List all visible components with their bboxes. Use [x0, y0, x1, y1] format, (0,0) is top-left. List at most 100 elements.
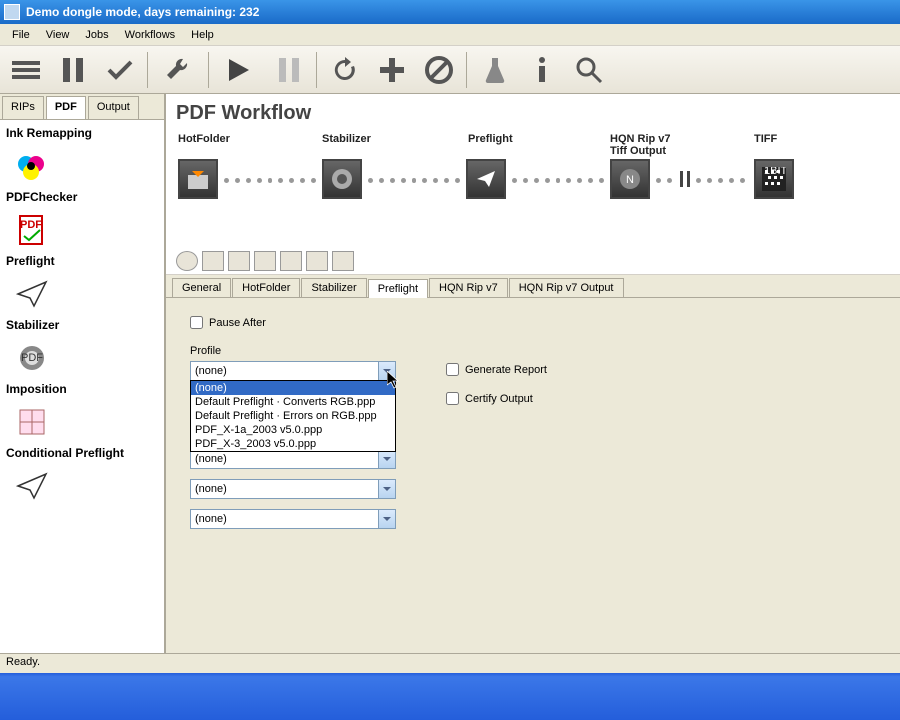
profile-label: Profile	[190, 345, 396, 357]
pause-after-label: Pause After	[209, 317, 266, 329]
aux-icon-1[interactable]	[176, 251, 198, 271]
aux-icon-3[interactable]	[228, 251, 250, 271]
sidebar-item-conditional-preflight[interactable]: Conditional Preflight	[6, 446, 158, 460]
info-icon[interactable]	[519, 50, 564, 90]
search-icon[interactable]	[566, 50, 611, 90]
pause2-icon[interactable]	[266, 50, 311, 90]
aux-icon-4[interactable]	[254, 251, 276, 271]
flow-label-hotfolder: HotFolder	[178, 133, 230, 145]
aux-icon-7[interactable]	[332, 251, 354, 271]
node-preflight[interactable]	[466, 159, 506, 199]
flow-label-preflight: Preflight	[468, 133, 513, 145]
property-tabs: General HotFolder Stabilizer Preflight H…	[166, 275, 900, 298]
profile-combo-2-value: (none)	[195, 453, 227, 465]
play-icon[interactable]	[214, 50, 264, 90]
taskbar[interactable]	[0, 673, 900, 720]
menu-file[interactable]: File	[4, 27, 38, 43]
sidebar-item-ink-remapping[interactable]: Ink Remapping	[6, 126, 158, 140]
menu-jobs[interactable]: Jobs	[77, 27, 116, 43]
check-icon[interactable]	[97, 50, 142, 90]
pdf-icon: PDF	[14, 214, 50, 246]
profile-dropdown: (none) Default Preflight · Converts RGB.…	[190, 380, 396, 452]
flow-label-tiff: TIFF	[754, 133, 777, 145]
certify-output-label: Certify Output	[465, 393, 533, 405]
tab-stabilizer[interactable]: Stabilizer	[301, 278, 366, 297]
statusbar: Ready.	[0, 653, 900, 673]
menubar: File View Jobs Workflows Help	[0, 24, 900, 46]
hamburger-icon[interactable]	[3, 50, 48, 90]
dropdown-option-x3[interactable]: PDF_X-3_2003 v5.0.ppp	[191, 437, 395, 451]
menu-workflows[interactable]: Workflows	[117, 27, 184, 43]
tab-hotfolder[interactable]: HotFolder	[232, 278, 300, 297]
dropdown-arrow-icon[interactable]	[378, 480, 395, 498]
pause-icon[interactable]	[50, 50, 95, 90]
dropdown-option-converts[interactable]: Default Preflight · Converts RGB.ppp	[191, 395, 395, 409]
svg-text:PDF: PDF	[21, 352, 43, 364]
node-pause-icon	[680, 171, 690, 187]
sidebar: RIPs PDF Output Ink Remapping PDFChecker…	[0, 94, 166, 653]
workflow-canvas[interactable]: HotFolder Stabilizer Preflight HQN Rip v…	[166, 129, 900, 247]
tab-preflight[interactable]: Preflight	[368, 279, 428, 298]
node-hotfolder[interactable]	[178, 159, 218, 199]
main-area: PDF Workflow HotFolder Stabilizer Prefli…	[166, 94, 900, 653]
dropdown-option-none[interactable]: (none)	[191, 381, 395, 395]
sidebar-item-imposition[interactable]: Imposition	[6, 382, 158, 396]
sidebar-item-stabilizer[interactable]: Stabilizer	[6, 318, 158, 332]
dropdown-option-x1a[interactable]: PDF_X-1a_2003 v5.0.ppp	[191, 423, 395, 437]
menu-help[interactable]: Help	[183, 27, 222, 43]
generate-report-label: Generate Report	[465, 364, 547, 376]
svg-text:1BIT: 1BIT	[764, 167, 786, 177]
sidebar-item-pdfchecker[interactable]: PDFChecker	[6, 190, 158, 204]
node-hqnrip[interactable]: N	[610, 159, 650, 199]
imposition-icon	[14, 406, 50, 438]
svg-text:PDF: PDF	[20, 219, 42, 231]
toolbar	[0, 46, 900, 94]
no-entry-icon[interactable]	[416, 50, 461, 90]
profile-combo-4[interactable]: (none)	[190, 509, 396, 529]
aux-icon-5[interactable]	[280, 251, 302, 271]
node-tiff[interactable]: 1BIT	[754, 159, 794, 199]
generate-report-checkbox[interactable]	[446, 363, 459, 376]
app-icon	[4, 4, 20, 20]
ink-icon	[14, 150, 50, 182]
certify-output-checkbox[interactable]	[446, 392, 459, 405]
refresh-icon[interactable]	[322, 50, 367, 90]
flow-label-stabilizer: Stabilizer	[322, 133, 371, 145]
preflight-panel: Pause After Profile (none) (none) Defaul…	[166, 298, 900, 653]
tab-hqnripoutput[interactable]: HQN Rip v7 Output	[509, 278, 624, 297]
menu-view[interactable]: View	[38, 27, 78, 43]
gear-pdf-icon: PDF	[14, 342, 50, 374]
flask-icon[interactable]	[472, 50, 517, 90]
dropdown-option-errors[interactable]: Default Preflight · Errors on RGB.ppp	[191, 409, 395, 423]
tab-hqnrip[interactable]: HQN Rip v7	[429, 278, 508, 297]
dropdown-arrow-icon[interactable]	[378, 450, 395, 468]
profile-combo-1-value: (none)	[195, 365, 227, 377]
dropdown-arrow-icon[interactable]	[378, 362, 395, 380]
profile-combo-1[interactable]: (none) (none) Default Preflight · Conver…	[190, 361, 396, 381]
titlebar[interactable]: Demo dongle mode, days remaining: 232	[0, 0, 900, 24]
aux-icon-6[interactable]	[306, 251, 328, 271]
node-stabilizer[interactable]	[322, 159, 362, 199]
pause-after-checkbox[interactable]	[190, 316, 203, 329]
profile-combo-3-value: (none)	[195, 483, 227, 495]
paperplane2-icon	[14, 470, 50, 502]
wrench-icon[interactable]	[153, 50, 203, 90]
status-text: Ready.	[6, 656, 40, 668]
profile-combo-4-value: (none)	[195, 513, 227, 525]
aux-toolbar	[166, 247, 900, 275]
side-tab-pdf[interactable]: PDF	[46, 96, 86, 119]
side-tab-rips[interactable]: RIPs	[2, 96, 44, 119]
page-title: PDF Workflow	[166, 94, 900, 129]
svg-text:N: N	[626, 174, 634, 186]
flow-label-hqnrip: HQN Rip v7 Tiff Output	[610, 133, 690, 157]
tab-general[interactable]: General	[172, 278, 231, 297]
dropdown-arrow-icon[interactable]	[378, 510, 395, 528]
plus-icon[interactable]	[369, 50, 414, 90]
window-title: Demo dongle mode, days remaining: 232	[26, 5, 259, 19]
aux-icon-2[interactable]	[202, 251, 224, 271]
paperplane-icon	[14, 278, 50, 310]
sidebar-item-preflight[interactable]: Preflight	[6, 254, 158, 268]
profile-combo-3[interactable]: (none)	[190, 479, 396, 499]
profile-combo-2[interactable]: (none)	[190, 449, 396, 469]
side-tab-output[interactable]: Output	[88, 96, 139, 119]
